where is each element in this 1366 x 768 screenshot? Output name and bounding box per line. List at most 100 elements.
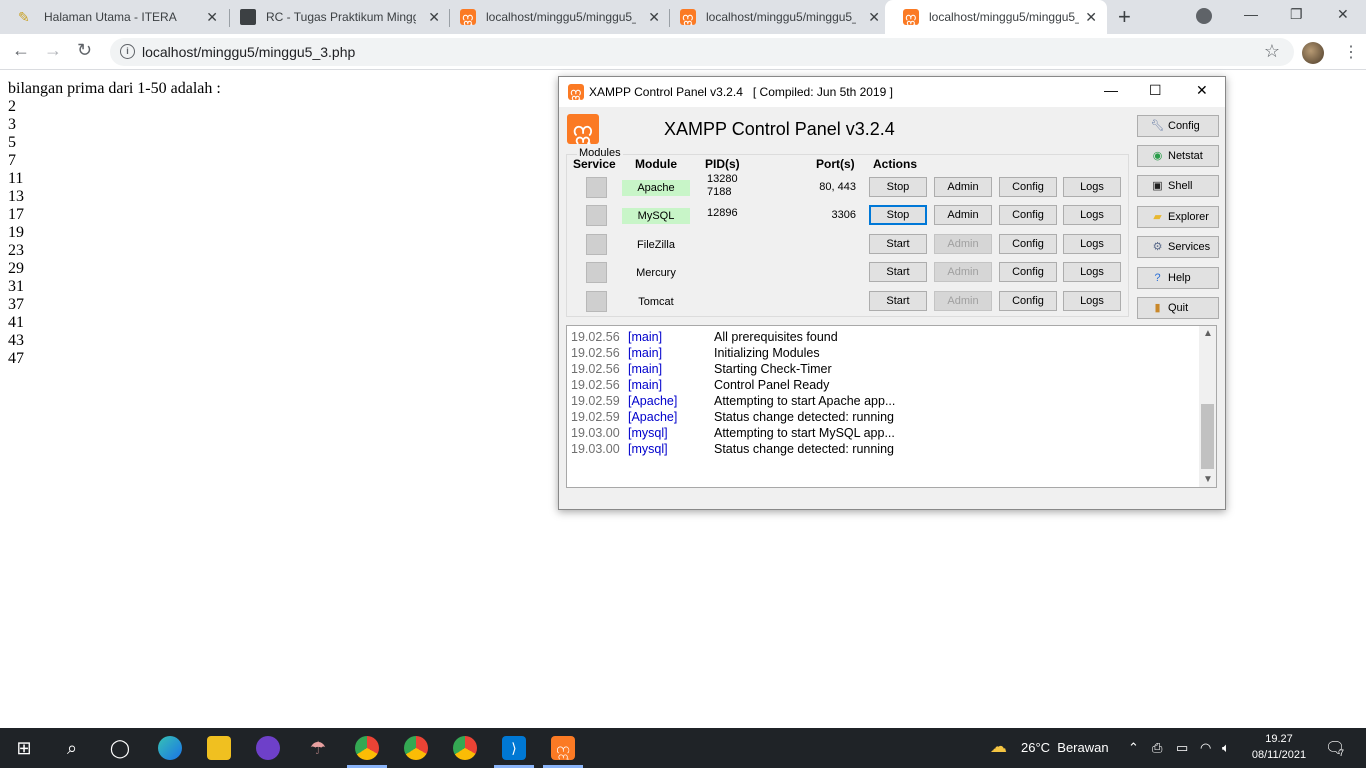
wifi-icon[interactable]: ◠ xyxy=(1200,740,1211,756)
config-button-mysql[interactable]: Config xyxy=(999,205,1057,225)
service-checkbox-filezilla[interactable] xyxy=(586,234,607,255)
tab-localhost-1[interactable]: ဣ localhost/minggu5/minggu5_ ✕ xyxy=(442,0,670,34)
explorer-side-button[interactable]: ▰ Explorer xyxy=(1137,206,1219,228)
start-button-filezilla[interactable]: Start xyxy=(869,234,927,254)
terminal-icon: ▣ xyxy=(1152,180,1163,192)
info-icon[interactable]: i xyxy=(120,44,135,59)
xampp-title-bar: ဣ XAMPP Control Panel v3.2.4 [ Compiled:… xyxy=(559,77,1225,107)
start-button-mercury[interactable]: Start xyxy=(869,262,927,282)
scroll-thumb[interactable] xyxy=(1201,404,1214,469)
help-side-button[interactable]: ? Help xyxy=(1137,267,1219,289)
prime-number: 43 xyxy=(8,332,24,349)
prime-number: 5 xyxy=(8,134,16,151)
netstat-side-button[interactable]: ◉ Netstat xyxy=(1137,145,1219,167)
close-icon[interactable]: ✕ xyxy=(1196,82,1208,99)
taskbar-clock[interactable]: 19.27 08/11/2021 xyxy=(1248,731,1310,763)
logs-button-tomcat[interactable]: Logs xyxy=(1063,291,1121,311)
admin-button-tomcat[interactable]: Admin xyxy=(934,291,992,311)
weather-icon[interactable]: ☁ xyxy=(990,737,1007,757)
battery-icon[interactable]: ▭ xyxy=(1176,740,1188,756)
tab-title: Halaman Utama - ITERA xyxy=(44,10,177,24)
config-button-mercury[interactable]: Config xyxy=(999,262,1057,282)
shell-side-button[interactable]: ▣ Shell xyxy=(1137,175,1219,197)
minimize-icon[interactable]: — xyxy=(1244,6,1258,22)
close-tab-icon[interactable]: ✕ xyxy=(648,9,660,26)
search-icon[interactable]: ⌕ xyxy=(60,736,84,760)
windows-start-icon[interactable]: ⊞ xyxy=(12,736,36,760)
config-side-button[interactable]: 🔧︎ Config xyxy=(1137,115,1219,137)
scroll-down-icon[interactable]: ▼ xyxy=(1203,474,1213,485)
tab-localhost-2[interactable]: ဣ localhost/minggu5/minggu5_ ✕ xyxy=(662,0,890,34)
new-tab-button[interactable]: + xyxy=(1118,4,1131,30)
reload-icon[interactable]: ↻ xyxy=(77,40,92,61)
log-scrollbar[interactable]: ▲ ▼ xyxy=(1199,326,1216,487)
service-checkbox-mercury[interactable] xyxy=(586,262,607,283)
chrome-icon[interactable] xyxy=(355,736,379,760)
scroll-up-icon[interactable]: ▲ xyxy=(1203,328,1213,339)
vscode-icon[interactable]: ⟩ xyxy=(502,736,526,760)
config-button-apache[interactable]: Config xyxy=(999,177,1057,197)
service-checkbox-apache[interactable] xyxy=(586,177,607,198)
wrench-icon: 🔧︎ xyxy=(1150,120,1165,132)
prime-number: 37 xyxy=(8,296,24,313)
file-explorer-icon[interactable] xyxy=(207,736,231,760)
quit-icon: ▮ xyxy=(1154,302,1161,314)
profile-avatar[interactable] xyxy=(1302,42,1324,64)
show-hidden-icons-icon[interactable]: ⌃ xyxy=(1128,740,1139,756)
browser-tab-bar: ✎ Halaman Utama - ITERA ✕ RC - Tugas Pra… xyxy=(0,0,1366,34)
close-tab-icon[interactable]: ✕ xyxy=(206,9,218,26)
url-text[interactable]: localhost/minggu5/minggu5_3.php xyxy=(142,44,355,60)
log-time: 19.02.56 xyxy=(571,378,620,392)
document-icon xyxy=(240,9,256,25)
chrome-profile-2-icon[interactable] xyxy=(453,736,477,760)
service-checkbox-mysql[interactable] xyxy=(586,205,607,226)
stop-button-mysql[interactable]: Stop xyxy=(869,205,927,225)
config-button-filezilla[interactable]: Config xyxy=(999,234,1057,254)
close-tab-icon[interactable]: ✕ xyxy=(868,9,880,26)
config-button-tomcat[interactable]: Config xyxy=(999,291,1057,311)
admin-button-filezilla[interactable]: Admin xyxy=(934,234,992,254)
github-desktop-icon[interactable] xyxy=(256,736,280,760)
close-tab-icon[interactable]: ✕ xyxy=(428,9,440,26)
edge-icon[interactable] xyxy=(158,736,182,760)
start-button-tomcat[interactable]: Start xyxy=(869,291,927,311)
admin-button-apache[interactable]: Admin xyxy=(934,177,992,197)
weather-text[interactable]: 26°C Berawan xyxy=(1021,740,1109,755)
address-bar[interactable]: i localhost/minggu5/minggu5_3.php ☆ xyxy=(110,38,1294,66)
task-view-icon[interactable]: ◯ xyxy=(108,736,132,760)
logs-button-mercury[interactable]: Logs xyxy=(1063,262,1121,282)
bookmark-star-icon[interactable]: ☆ xyxy=(1264,41,1280,62)
back-arrow-icon[interactable]: ← xyxy=(12,40,30,61)
service-checkbox-tomcat[interactable] xyxy=(586,291,607,312)
close-window-icon[interactable]: ✕ xyxy=(1337,6,1349,23)
close-tab-icon[interactable]: ✕ xyxy=(1085,9,1097,26)
maximize-icon[interactable]: ☐ xyxy=(1149,82,1162,99)
chrome-profile-icon[interactable] xyxy=(404,736,428,760)
prime-number: 17 xyxy=(8,206,24,223)
umbrella-app-icon[interactable]: ☂ xyxy=(306,736,330,760)
tab-rc[interactable]: RC - Tugas Praktikum Minggu ✕ xyxy=(222,0,450,34)
kebab-menu-icon[interactable]: ⋮ xyxy=(1343,42,1359,62)
forward-arrow-icon[interactable]: → xyxy=(44,40,62,61)
logs-button-mysql[interactable]: Logs xyxy=(1063,205,1121,225)
admin-button-mysql[interactable]: Admin xyxy=(934,205,992,225)
profile-menu-icon[interactable] xyxy=(1196,8,1212,24)
logs-button-filezilla[interactable]: Logs xyxy=(1063,234,1121,254)
volume-icon[interactable]: 🔈︎ xyxy=(1222,740,1230,756)
quit-side-button[interactable]: ▮ Quit xyxy=(1137,297,1219,319)
meet-now-icon[interactable]: ⎙ xyxy=(1152,740,1162,756)
prime-number: 3 xyxy=(8,116,16,133)
xampp-taskbar-icon[interactable]: ဣ xyxy=(551,736,575,760)
restore-icon[interactable]: ❐ xyxy=(1290,6,1303,23)
tab-localhost-active[interactable]: ဣ localhost/minggu5/minggu5_ ✕ xyxy=(885,0,1107,34)
stop-button-apache[interactable]: Stop xyxy=(869,177,927,197)
log-message: Control Panel Ready xyxy=(714,378,830,392)
module-name-filezilla: FileZilla xyxy=(637,239,675,251)
logs-button-apache[interactable]: Logs xyxy=(1063,177,1121,197)
minimize-icon[interactable]: — xyxy=(1104,82,1118,98)
log-line: 19.03.00 [mysql] Status change detected: r… xyxy=(571,441,894,457)
log-module: [Apache] xyxy=(628,394,678,408)
services-side-button[interactable]: ⚙ Services xyxy=(1137,236,1219,258)
admin-button-mercury[interactable]: Admin xyxy=(934,262,992,282)
tab-itera[interactable]: ✎ Halaman Utama - ITERA ✕ xyxy=(0,0,228,34)
